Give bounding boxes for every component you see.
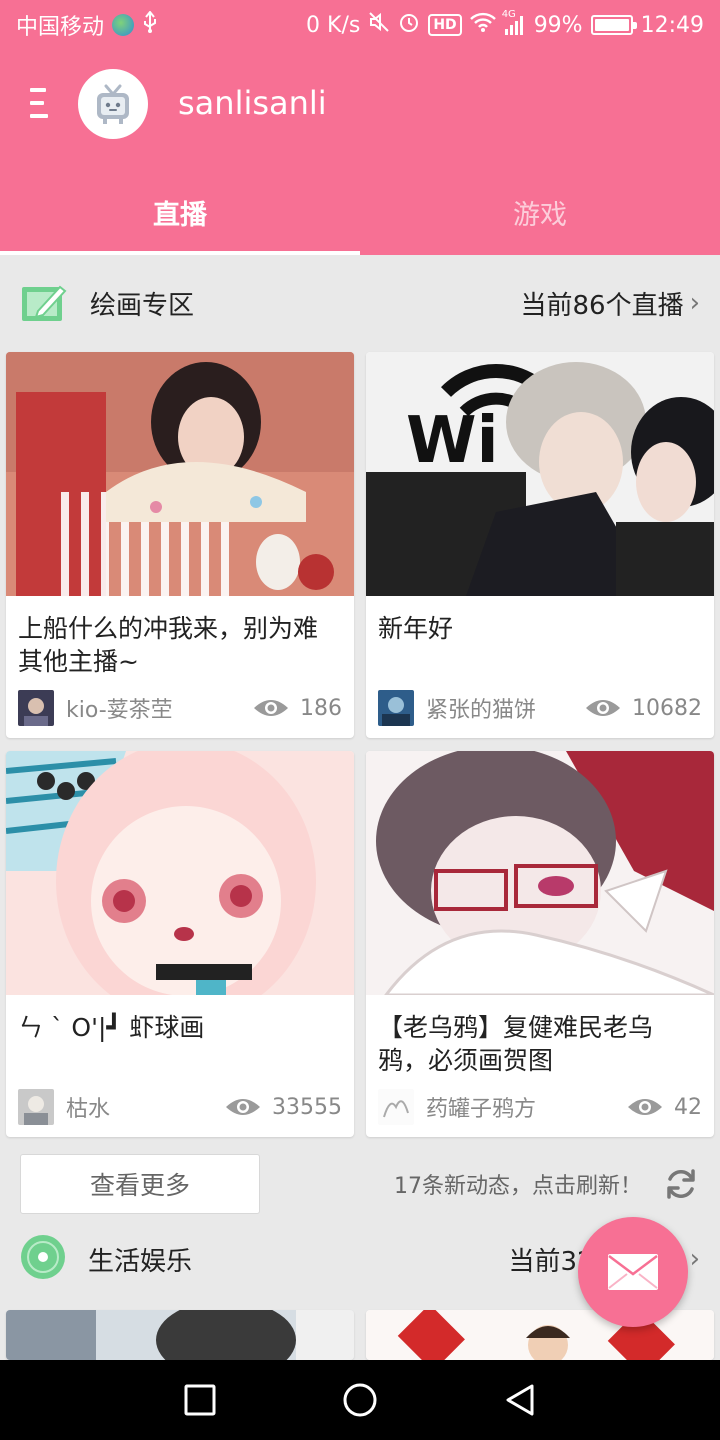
card-footer: kio-荽茶茔 186 xyxy=(18,690,342,726)
owner-name: 紧张的猫饼 xyxy=(426,698,537,723)
live-card[interactable]: 【老乌鸦】复健难民老乌鸦，必须画贺图 药罐子鸦方 42 xyxy=(366,751,714,1137)
live-card[interactable]: Wi 新年好 紧张的猫饼 10682 xyxy=(366,352,714,738)
owner-name: 枯水 xyxy=(66,1097,111,1122)
owner-avatar xyxy=(18,1089,54,1125)
live-card[interactable]: ㄣ ` O'|┛ 虾球画 枯水 33555 xyxy=(6,751,354,1137)
net-speed-label: 0 K/s xyxy=(306,12,361,38)
battery-icon xyxy=(590,15,637,35)
tab-bar: 直播 游戏 xyxy=(0,170,720,255)
triangle-back-icon xyxy=(506,1384,534,1416)
chevron-right-icon: › xyxy=(689,288,700,318)
card-footer: 药罐子鸦方 42 xyxy=(378,1089,702,1125)
clock: 12:49 xyxy=(640,12,704,38)
circle-icon xyxy=(343,1383,377,1417)
wifi-icon xyxy=(469,12,496,38)
eye-icon xyxy=(628,1099,662,1115)
view-more-button[interactable]: 查看更多 xyxy=(20,1154,260,1214)
globe-icon xyxy=(112,14,135,36)
usb-icon xyxy=(142,10,158,39)
view-count: 10682 xyxy=(584,696,702,721)
refresh-icon[interactable] xyxy=(664,1167,698,1201)
section-title: 绘画专区 xyxy=(90,290,195,321)
view-count-value: 186 xyxy=(300,695,342,721)
owner-avatar xyxy=(18,690,54,726)
eye-icon xyxy=(226,1099,260,1115)
stream-title: 新年好 xyxy=(378,614,454,643)
owner-avatar xyxy=(378,1089,414,1125)
view-count: 33555 xyxy=(224,1095,342,1120)
view-count: 42 xyxy=(626,1095,702,1120)
square-icon xyxy=(184,1384,216,1416)
carrier-label: 中国移动 xyxy=(16,15,105,40)
card-footer: 枯水 33555 xyxy=(18,1089,342,1125)
section-header-drawing: 绘画专区 当前86个直播 › xyxy=(0,258,720,348)
eye-icon xyxy=(254,700,288,716)
owner-name: 药罐子鸦方 xyxy=(426,1097,537,1122)
back-button[interactable] xyxy=(490,1370,550,1430)
stream-title: 上船什么的冲我来，别为难其他主播~ xyxy=(18,614,319,676)
stream-thumbnail xyxy=(366,751,714,995)
svg-text:Wi: Wi xyxy=(406,404,499,478)
mute-icon xyxy=(368,11,390,39)
chevron-right-icon: › xyxy=(689,1244,700,1274)
owner-avatar xyxy=(378,690,414,726)
cell-signal-icon: 4G xyxy=(502,9,526,35)
stream-thumbnail: Wi xyxy=(366,352,714,596)
card-footer: 紧张的猫饼 10682 xyxy=(378,690,702,726)
menu-button[interactable] xyxy=(30,88,52,118)
section-live-count: 当前86个直播 xyxy=(520,290,684,321)
hd-badge: HD xyxy=(428,14,462,36)
battery-percent: 99% xyxy=(533,12,583,38)
message-fab[interactable] xyxy=(578,1217,688,1327)
stream-thumbnail xyxy=(6,1310,354,1360)
status-bar: 中国移动 0 K/s HD 4G 99% 12:49 xyxy=(0,0,720,50)
view-count-value: 42 xyxy=(674,1094,702,1120)
view-count: 186 xyxy=(252,696,342,721)
vinyl-disc-icon xyxy=(20,1234,66,1284)
envelope-icon xyxy=(608,1254,658,1290)
recent-apps-button[interactable] xyxy=(170,1370,230,1430)
refresh-notice[interactable]: 17条新动态，点击刷新！ xyxy=(394,1168,642,1200)
user-avatar[interactable] xyxy=(78,69,148,139)
tv-mascot-icon xyxy=(97,84,129,124)
app-header: sanlisanli 直播 游戏 xyxy=(0,50,720,255)
live-card-partial[interactable] xyxy=(6,1310,354,1360)
eye-icon xyxy=(586,700,620,716)
battery-fill xyxy=(594,19,629,31)
tab-games[interactable]: 游戏 xyxy=(360,170,720,255)
drawing-board-icon xyxy=(20,279,68,327)
stream-thumbnail xyxy=(6,352,354,596)
stream-thumbnail xyxy=(6,751,354,995)
section-live-count-link[interactable]: 当前86个直播 › xyxy=(521,285,701,322)
stream-title: 【老乌鸦】复健难民老乌鸦，必须画贺图 xyxy=(378,1013,654,1075)
live-card[interactable]: 上船什么的冲我来，别为难其他主播~ kio-荽茶茔 186 xyxy=(6,352,354,738)
home-button[interactable] xyxy=(330,1370,390,1430)
username[interactable]: sanlisanli xyxy=(178,84,327,122)
view-count-value: 10682 xyxy=(632,695,702,721)
tab-live[interactable]: 直播 xyxy=(0,170,360,255)
section-title: 生活娱乐 xyxy=(88,1246,193,1277)
stream-title: ㄣ ` O'|┛ 虾球画 xyxy=(18,1013,205,1042)
alarm-icon xyxy=(398,11,420,39)
signal-type-label: 4G xyxy=(501,9,516,20)
system-nav-bar xyxy=(0,1360,720,1440)
owner-name: kio-荽茶茔 xyxy=(66,698,173,723)
view-count-value: 33555 xyxy=(272,1094,342,1120)
